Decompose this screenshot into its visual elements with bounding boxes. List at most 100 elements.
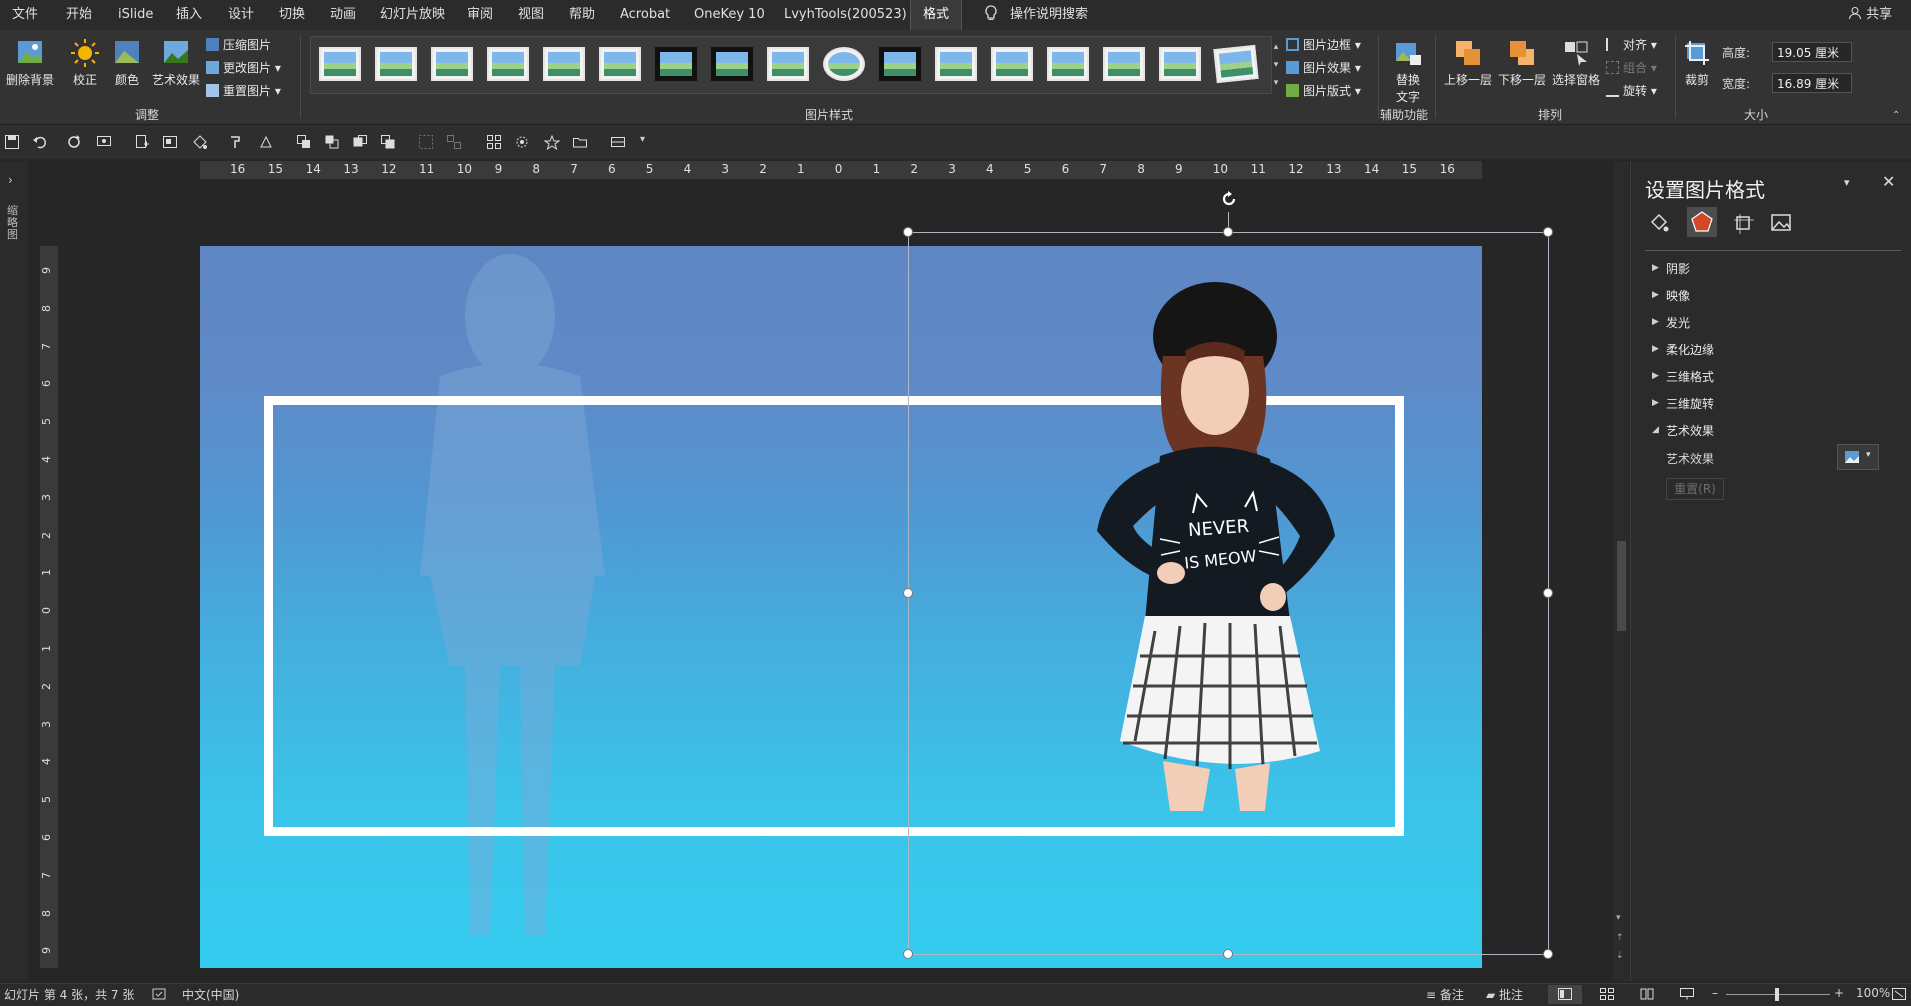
zoom-in-button[interactable]: + <box>1834 986 1844 1000</box>
gallery-scroll[interactable]: ▴ ▾ ▾ <box>1270 38 1282 92</box>
alt-text-button[interactable]: 替换 文字 <box>1388 38 1428 105</box>
fill-line-tab-icon[interactable] <box>1648 212 1670 234</box>
style-thumb[interactable] <box>991 47 1033 81</box>
woman-photo[interactable]: NEVER IS MEOW <box>1045 281 1375 811</box>
picture-layout-button[interactable]: 图片版式 ▾ <box>1286 81 1361 101</box>
tell-me-search[interactable]: 操作说明搜索 <box>1010 0 1088 30</box>
resize-handle-bottom-right[interactable] <box>1543 949 1553 959</box>
style-thumb[interactable] <box>1047 47 1089 81</box>
tab-acrobat[interactable]: Acrobat <box>620 0 670 30</box>
align-button[interactable]: 对齐 ▾ <box>1606 35 1657 55</box>
style-thumb[interactable] <box>711 47 753 81</box>
undo-icon[interactable] <box>32 134 48 150</box>
star-icon[interactable] <box>544 134 560 150</box>
comments-button[interactable]: ▰ 批注 <box>1486 986 1523 1003</box>
share-button[interactable]: 共享 <box>1848 0 1892 30</box>
compress-pictures-button[interactable]: 压缩图片 <box>206 35 271 55</box>
style-thumb[interactable] <box>767 47 809 81</box>
resize-handle-top[interactable] <box>1223 227 1233 237</box>
pane-section-glow[interactable]: 发光 <box>1666 314 1690 331</box>
tab-help[interactable]: 帮助 <box>569 0 595 30</box>
settings-icon[interactable] <box>514 134 530 150</box>
group-icon[interactable] <box>418 134 434 150</box>
tab-format[interactable]: 格式 <box>910 0 963 30</box>
bring-front-icon[interactable] <box>296 134 312 150</box>
picture-border-button[interactable]: 图片边框 ▾ <box>1286 35 1361 55</box>
slideshow-view-icon[interactable] <box>1680 988 1694 1000</box>
reading-view-icon[interactable] <box>1640 988 1654 1000</box>
rotate-button[interactable]: 旋转 ▾ <box>1606 81 1657 101</box>
style-thumb[interactable] <box>1213 44 1259 84</box>
ungroup-icon[interactable] <box>446 134 462 150</box>
width-field[interactable]: 16.89 厘米 <box>1772 73 1852 93</box>
pane-section-artistic-effects[interactable]: 艺术效果 <box>1666 422 1714 439</box>
next-slide-button[interactable]: ⇣ <box>1616 951 1624 961</box>
backward-icon[interactable] <box>380 134 396 150</box>
zoom-out-button[interactable]: – <box>1712 986 1718 1000</box>
pane-section-shadow[interactable]: 阴影 <box>1666 260 1690 277</box>
resize-handle-bottom[interactable] <box>1223 949 1233 959</box>
new-slide-icon[interactable] <box>134 134 150 150</box>
tab-slideshow[interactable]: 幻灯片放映 <box>380 0 445 30</box>
format-painter-icon[interactable] <box>228 134 244 150</box>
zoom-slider-thumb[interactable] <box>1775 988 1779 1001</box>
pane-options-dropdown[interactable]: ▾ <box>1844 176 1850 189</box>
remove-background-button[interactable]: 删除背景 <box>4 38 56 88</box>
slide-canvas[interactable]: NEVER IS MEOW <box>200 246 1482 968</box>
color-button[interactable]: 颜色 <box>110 38 144 88</box>
tab-transitions[interactable]: 切换 <box>279 0 305 30</box>
change-picture-button[interactable]: 更改图片 ▾ <box>206 58 281 78</box>
previous-slide-button[interactable]: ⇡ <box>1616 933 1624 943</box>
artistic-effects-dropdown[interactable]: ▾ <box>1837 444 1879 470</box>
style-thumb[interactable] <box>599 47 641 81</box>
style-thumb[interactable] <box>655 47 697 81</box>
customize-qat-button[interactable]: ▾ <box>640 134 645 145</box>
fit-to-window-icon[interactable] <box>1892 988 1906 1000</box>
style-thumb[interactable] <box>375 47 417 81</box>
style-thumb[interactable] <box>935 47 977 81</box>
resize-handle-left[interactable] <box>903 588 913 598</box>
style-thumb[interactable] <box>1103 47 1145 81</box>
tab-animations[interactable]: 动画 <box>330 0 356 30</box>
style-thumb[interactable] <box>823 47 865 81</box>
slide-sorter-icon[interactable] <box>1600 988 1614 1000</box>
language-indicator[interactable]: 中文(中国) <box>182 986 239 1003</box>
effects-tab[interactable] <box>1687 207 1717 237</box>
bring-forward-button[interactable]: 上移一层 <box>1442 38 1494 88</box>
close-icon[interactable]: ✕ <box>1882 172 1895 191</box>
send-back-icon[interactable] <box>324 134 340 150</box>
tab-onekey[interactable]: OneKey 10 <box>694 0 765 30</box>
normal-view-button[interactable] <box>1548 985 1582 1004</box>
tab-review[interactable]: 审阅 <box>467 0 493 30</box>
shape-fill-icon[interactable] <box>258 134 274 150</box>
paint-bucket-icon[interactable] <box>192 134 208 150</box>
reset-effect-button[interactable]: 重置(R) <box>1666 478 1724 500</box>
tab-home[interactable]: 开始 <box>66 0 92 30</box>
tab-file[interactable]: 文件 <box>12 0 38 30</box>
style-thumb[interactable] <box>487 47 529 81</box>
selection-pane-button[interactable]: 选择窗格 <box>1550 38 1602 88</box>
resize-handle-top-right[interactable] <box>1543 227 1553 237</box>
style-thumb[interactable] <box>431 47 473 81</box>
pane-section-3d-rotation[interactable]: 三维旋转 <box>1666 395 1714 412</box>
group-objects-button[interactable]: 组合 ▾ <box>1606 58 1657 78</box>
slideshow-icon[interactable] <box>96 134 112 150</box>
vertical-scrollbar[interactable]: ▾ ⇡ ⇣ <box>1613 161 1629 981</box>
pane-section-3d-format[interactable]: 三维格式 <box>1666 368 1714 385</box>
scroll-down-arrow[interactable]: ▾ <box>1616 913 1621 923</box>
style-thumb[interactable] <box>1159 47 1201 81</box>
style-thumb[interactable] <box>879 47 921 81</box>
forward-icon[interactable] <box>352 134 368 150</box>
scroll-thumb[interactable] <box>1617 541 1626 631</box>
resize-handle-bottom-left[interactable] <box>903 949 913 959</box>
resize-handle-right[interactable] <box>1543 588 1553 598</box>
reset-picture-button[interactable]: 重置图片 ▾ <box>206 81 281 101</box>
size-properties-tab-icon[interactable] <box>1732 212 1754 234</box>
picture-styles-gallery[interactable] <box>310 36 1272 94</box>
pane-section-reflection[interactable]: 映像 <box>1666 287 1690 304</box>
send-backward-button[interactable]: 下移一层 <box>1496 38 1548 88</box>
spellcheck-icon[interactable] <box>152 988 166 1001</box>
resize-handle-top-left[interactable] <box>903 227 913 237</box>
tab-lvyhtools[interactable]: LvyhTools(200523) <box>784 0 907 30</box>
pane-section-soft-edges[interactable]: 柔化边缘 <box>1666 341 1714 358</box>
